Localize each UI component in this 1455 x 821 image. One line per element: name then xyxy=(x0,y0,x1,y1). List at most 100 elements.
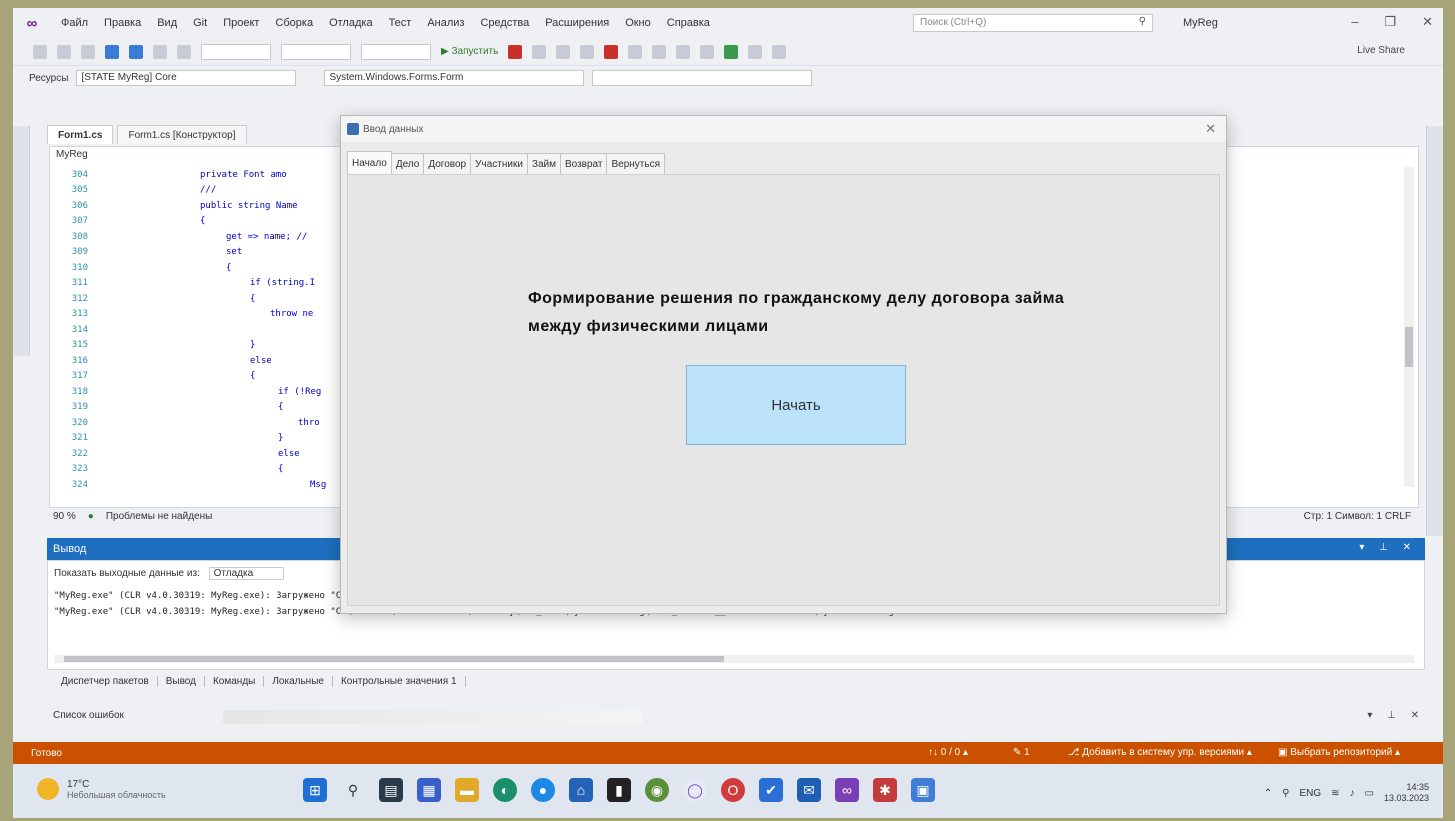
chrome-icon[interactable]: ◉ xyxy=(645,778,669,802)
save-icon[interactable] xyxy=(105,44,119,59)
menu-project[interactable]: Проект xyxy=(215,17,267,29)
code-line[interactable]: 315} xyxy=(50,338,256,353)
code-line[interactable]: 311 if (string.I xyxy=(50,276,315,291)
output-scrollbar-thumb[interactable] xyxy=(64,656,724,662)
code-line[interactable]: 309 set xyxy=(50,245,243,260)
code-line[interactable]: 313 throw ne xyxy=(50,307,314,322)
search-input[interactable]: Поиск (Ctrl+Q) ⚲ xyxy=(913,14,1153,32)
tab-loan[interactable]: Займ xyxy=(526,153,561,174)
todo-icon[interactable]: ✔ xyxy=(759,778,783,802)
configuration-select[interactable] xyxy=(201,43,271,60)
diagnostics-icon[interactable] xyxy=(532,44,547,59)
tab-return[interactable]: Возврат xyxy=(559,153,608,174)
tab-participants[interactable]: Участники xyxy=(470,153,528,174)
pause-icon[interactable] xyxy=(580,44,595,59)
layout-icon[interactable] xyxy=(556,44,571,59)
code-line[interactable]: 305 /// xyxy=(50,183,217,198)
minimize-icon[interactable]: – xyxy=(1351,14,1358,30)
code-line[interactable]: 318 if (!Reg xyxy=(50,384,322,399)
right-tool-strip[interactable] xyxy=(1426,126,1443,536)
start-debug-button[interactable]: ▶ Запустить xyxy=(441,46,498,57)
menu-build[interactable]: Сборка xyxy=(267,17,321,29)
tab-contract[interactable]: Договор xyxy=(423,153,472,174)
back-icon[interactable] xyxy=(33,44,47,59)
format-icon[interactable] xyxy=(748,44,763,59)
editor-scrollbar[interactable] xyxy=(1404,167,1414,487)
task-view-icon[interactable]: ▤ xyxy=(379,778,403,802)
menu-test[interactable]: Тест xyxy=(381,17,420,29)
menu-analyze[interactable]: Анализ xyxy=(419,17,472,29)
widgets-icon[interactable]: ▦ xyxy=(417,778,441,802)
code-line[interactable]: 310 { xyxy=(50,260,232,275)
menu-tools[interactable]: Средства xyxy=(472,17,537,29)
form-app-icon[interactable]: ▣ xyxy=(911,778,935,802)
tab-watch[interactable]: Контрольные значения 1 xyxy=(333,676,466,687)
store-icon[interactable]: ⌂ xyxy=(569,778,593,802)
step-into-icon[interactable] xyxy=(676,44,691,59)
maximize-icon[interactable]: ❐ xyxy=(1384,14,1396,30)
hot-reload-icon[interactable] xyxy=(508,44,523,59)
tab-case[interactable]: Дело xyxy=(390,153,425,174)
error-list-label[interactable]: Список ошибок xyxy=(53,710,124,721)
platform-select[interactable] xyxy=(281,43,351,60)
menu-view[interactable]: Вид xyxy=(149,17,185,29)
code-line[interactable]: 304 private Font amo xyxy=(50,167,287,182)
live-share-button[interactable]: Live Share xyxy=(1357,45,1405,56)
panel-pin-icons[interactable]: ▾ ⊥ ✕ xyxy=(1359,542,1417,553)
dialog-close-icon[interactable]: ✕ xyxy=(1205,121,1216,137)
menu-extensions[interactable]: Расширения xyxy=(537,17,617,29)
terminal-icon[interactable]: ▮ xyxy=(607,778,631,802)
menu-file[interactable]: Файл xyxy=(53,17,96,29)
issues-status[interactable]: Проблемы не найдены xyxy=(106,511,212,522)
status-add-source-control[interactable]: ⎇ Добавить в систему упр. версиями ▴ xyxy=(1068,747,1252,758)
input-language[interactable]: ENG xyxy=(1299,788,1321,799)
edge-icon[interactable]: ◐ xyxy=(493,778,517,802)
weather-widget[interactable]: 17°C Небольшая облачность xyxy=(37,778,166,800)
tab-form1-designer[interactable]: Form1.cs [Конструктор] xyxy=(117,125,247,144)
tab-output[interactable]: Вывод xyxy=(158,676,205,687)
wifi-icon[interactable]: ≋ xyxy=(1331,788,1339,799)
code-line[interactable]: 312 { xyxy=(50,291,256,306)
code-line[interactable]: 314 xyxy=(50,322,270,337)
status-line-info[interactable]: ↑↓ 0 / 0 ▴ xyxy=(928,747,968,758)
menu-git[interactable]: Git xyxy=(185,17,215,29)
code-line[interactable]: 322 else xyxy=(50,446,300,461)
code-line[interactable]: 306 public string Name xyxy=(50,198,298,213)
forward-icon[interactable] xyxy=(57,44,71,59)
dialog-titlebar[interactable]: Ввод данных ✕ xyxy=(341,116,1226,142)
mail-icon[interactable]: ✉ xyxy=(797,778,821,802)
type-combo[interactable]: System.Windows.Forms.Form xyxy=(324,70,585,86)
tab-start[interactable]: Начало xyxy=(347,151,392,174)
stop-icon[interactable] xyxy=(604,44,619,59)
status-select-repository[interactable]: ▣ Выбрать репозиторий ▴ xyxy=(1278,747,1400,758)
scrollbar-thumb[interactable] xyxy=(1405,327,1413,367)
grid-icon[interactable] xyxy=(772,44,787,59)
tray-usb-icon[interactable]: ⚲ xyxy=(1282,788,1289,799)
error-list-pin-icons[interactable]: ▾ ⊥ ✕ xyxy=(1367,710,1425,721)
volume-icon[interactable]: ♪ xyxy=(1350,788,1355,799)
new-item-icon[interactable] xyxy=(81,44,95,59)
step-over-icon[interactable] xyxy=(652,44,667,59)
tab-package-manager[interactable]: Диспетчер пакетов xyxy=(53,676,158,687)
opera-icon[interactable]: O xyxy=(721,778,745,802)
code-line[interactable]: 323 { xyxy=(50,462,284,477)
restart-icon[interactable] xyxy=(628,44,643,59)
tab-commands[interactable]: Команды xyxy=(205,676,265,687)
status-changes[interactable]: ✎ 1 xyxy=(1013,747,1030,758)
tab-form1-cs[interactable]: Form1.cs xyxy=(47,125,114,144)
menu-debug[interactable]: Отладка xyxy=(321,17,380,29)
code-line[interactable]: 317 { xyxy=(50,369,256,384)
tab-locals[interactable]: Локальные xyxy=(264,676,333,687)
output-source-select[interactable]: Отладка xyxy=(208,567,285,580)
taskbar-search-icon[interactable]: ⚲ xyxy=(341,778,365,802)
menu-edit[interactable]: Правка xyxy=(96,17,149,29)
app-icon[interactable]: ◯ xyxy=(683,778,707,802)
clock[interactable]: 14:35 13.03.2023 xyxy=(1384,782,1429,804)
code-line[interactable]: 308 get => name; // xyxy=(50,229,308,244)
project-combo[interactable]: [STATE MyReg] Core xyxy=(76,70,297,86)
step-out-icon[interactable] xyxy=(700,44,715,59)
zoom-level[interactable]: 90 % xyxy=(53,511,76,522)
output-scrollbar[interactable] xyxy=(54,655,1414,663)
code-line[interactable]: 324 Msg xyxy=(50,477,327,492)
startup-project-select[interactable] xyxy=(361,43,431,60)
